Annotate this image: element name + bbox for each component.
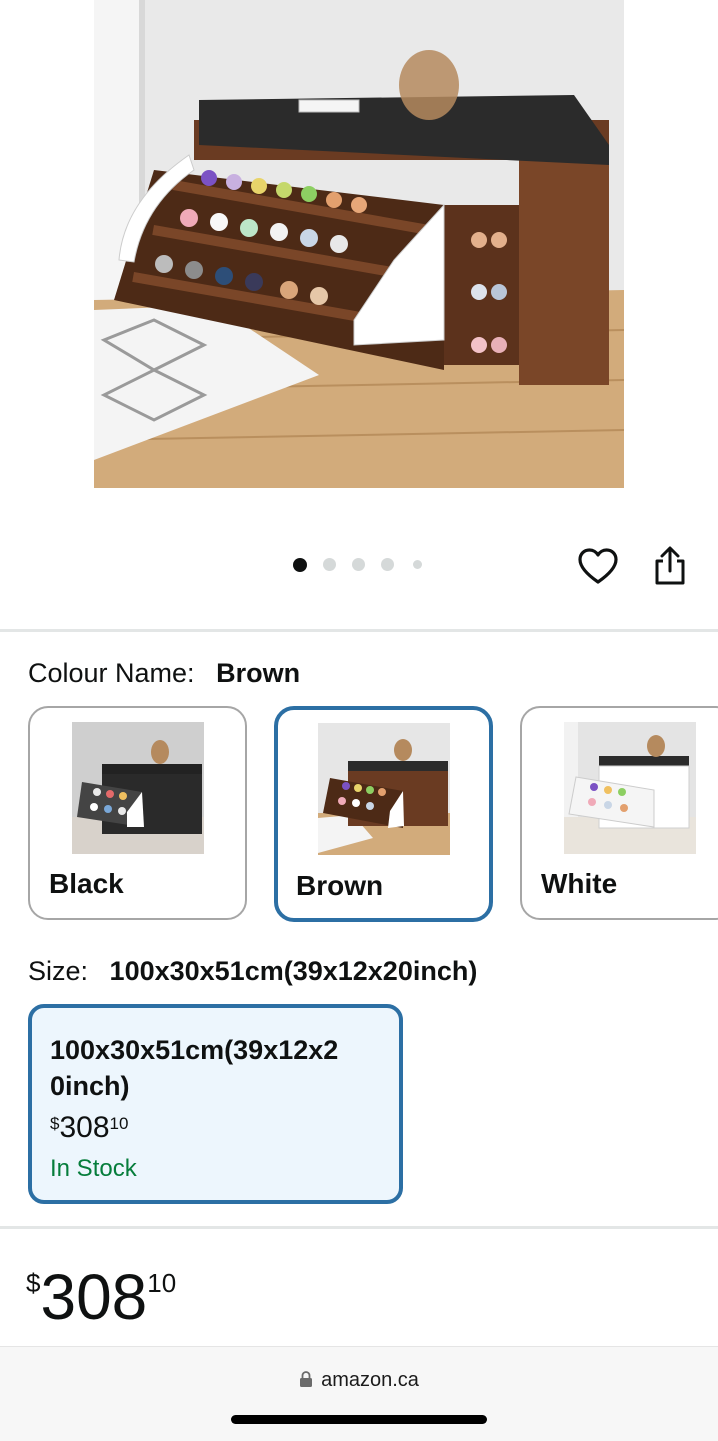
size-option-name: 100x30x51cm(39x12x2 0inch) bbox=[50, 1032, 390, 1104]
price-fraction: 10 bbox=[109, 1114, 129, 1133]
product-main-image[interactable] bbox=[94, 0, 624, 488]
carousel-dot[interactable] bbox=[413, 560, 422, 569]
colour-option-label: Brown bbox=[296, 870, 384, 901]
price-whole: 308 bbox=[40, 1261, 148, 1333]
heart-icon[interactable] bbox=[577, 546, 619, 588]
price-whole: 308 bbox=[59, 1111, 110, 1144]
brown-bench-thumbnail bbox=[318, 723, 450, 855]
colour-option-black[interactable]: Black bbox=[28, 706, 247, 920]
size-option-price: $30810 bbox=[50, 1111, 128, 1145]
colour-name-row: Colour Name: Brown bbox=[28, 658, 300, 689]
section-divider bbox=[0, 1226, 718, 1229]
colour-name-value: Brown bbox=[216, 658, 301, 688]
white-bench-thumbnail bbox=[564, 722, 696, 854]
black-bench-thumbnail bbox=[72, 722, 204, 854]
address-domain: amazon.ca bbox=[321, 1369, 419, 1391]
home-indicator[interactable] bbox=[231, 1415, 487, 1424]
product-price: $30810 bbox=[26, 1258, 176, 1336]
price-currency: $ bbox=[50, 1114, 60, 1133]
image-carousel-dots[interactable] bbox=[290, 556, 430, 574]
colour-name-label: Colour Name: bbox=[28, 658, 195, 688]
colour-option-white[interactable]: White bbox=[520, 706, 718, 920]
colour-option-label: Black bbox=[49, 868, 124, 899]
carousel-dot-active[interactable] bbox=[293, 558, 307, 572]
carousel-dot[interactable] bbox=[323, 558, 336, 571]
price-currency: $ bbox=[26, 1268, 41, 1298]
colour-option-label: White bbox=[541, 868, 618, 899]
size-option-card[interactable]: 100x30x51cm(39x12x2 0inch) $30810 In Sto… bbox=[28, 1004, 403, 1204]
size-option-name-line: 100x30x51cm(39x12x2 bbox=[50, 1035, 339, 1065]
carousel-dot[interactable] bbox=[352, 558, 365, 571]
size-row: Size: 100x30x51cm(39x12x20inch) bbox=[28, 956, 477, 987]
size-option-name-line: 0inch) bbox=[50, 1071, 130, 1101]
size-label: Size: bbox=[28, 956, 89, 986]
section-divider bbox=[0, 629, 718, 632]
address-bar-content[interactable]: amazon.ca bbox=[0, 1369, 718, 1392]
share-icon[interactable] bbox=[652, 545, 688, 587]
carousel-dot[interactable] bbox=[381, 558, 394, 571]
colour-option-brown[interactable]: Brown bbox=[274, 706, 493, 922]
price-fraction: 10 bbox=[147, 1268, 177, 1298]
lock-icon bbox=[299, 1371, 313, 1387]
size-value: 100x30x51cm(39x12x20inch) bbox=[109, 956, 478, 986]
browser-address-bar[interactable]: amazon.ca bbox=[0, 1346, 718, 1441]
stock-status: In Stock bbox=[50, 1155, 137, 1182]
